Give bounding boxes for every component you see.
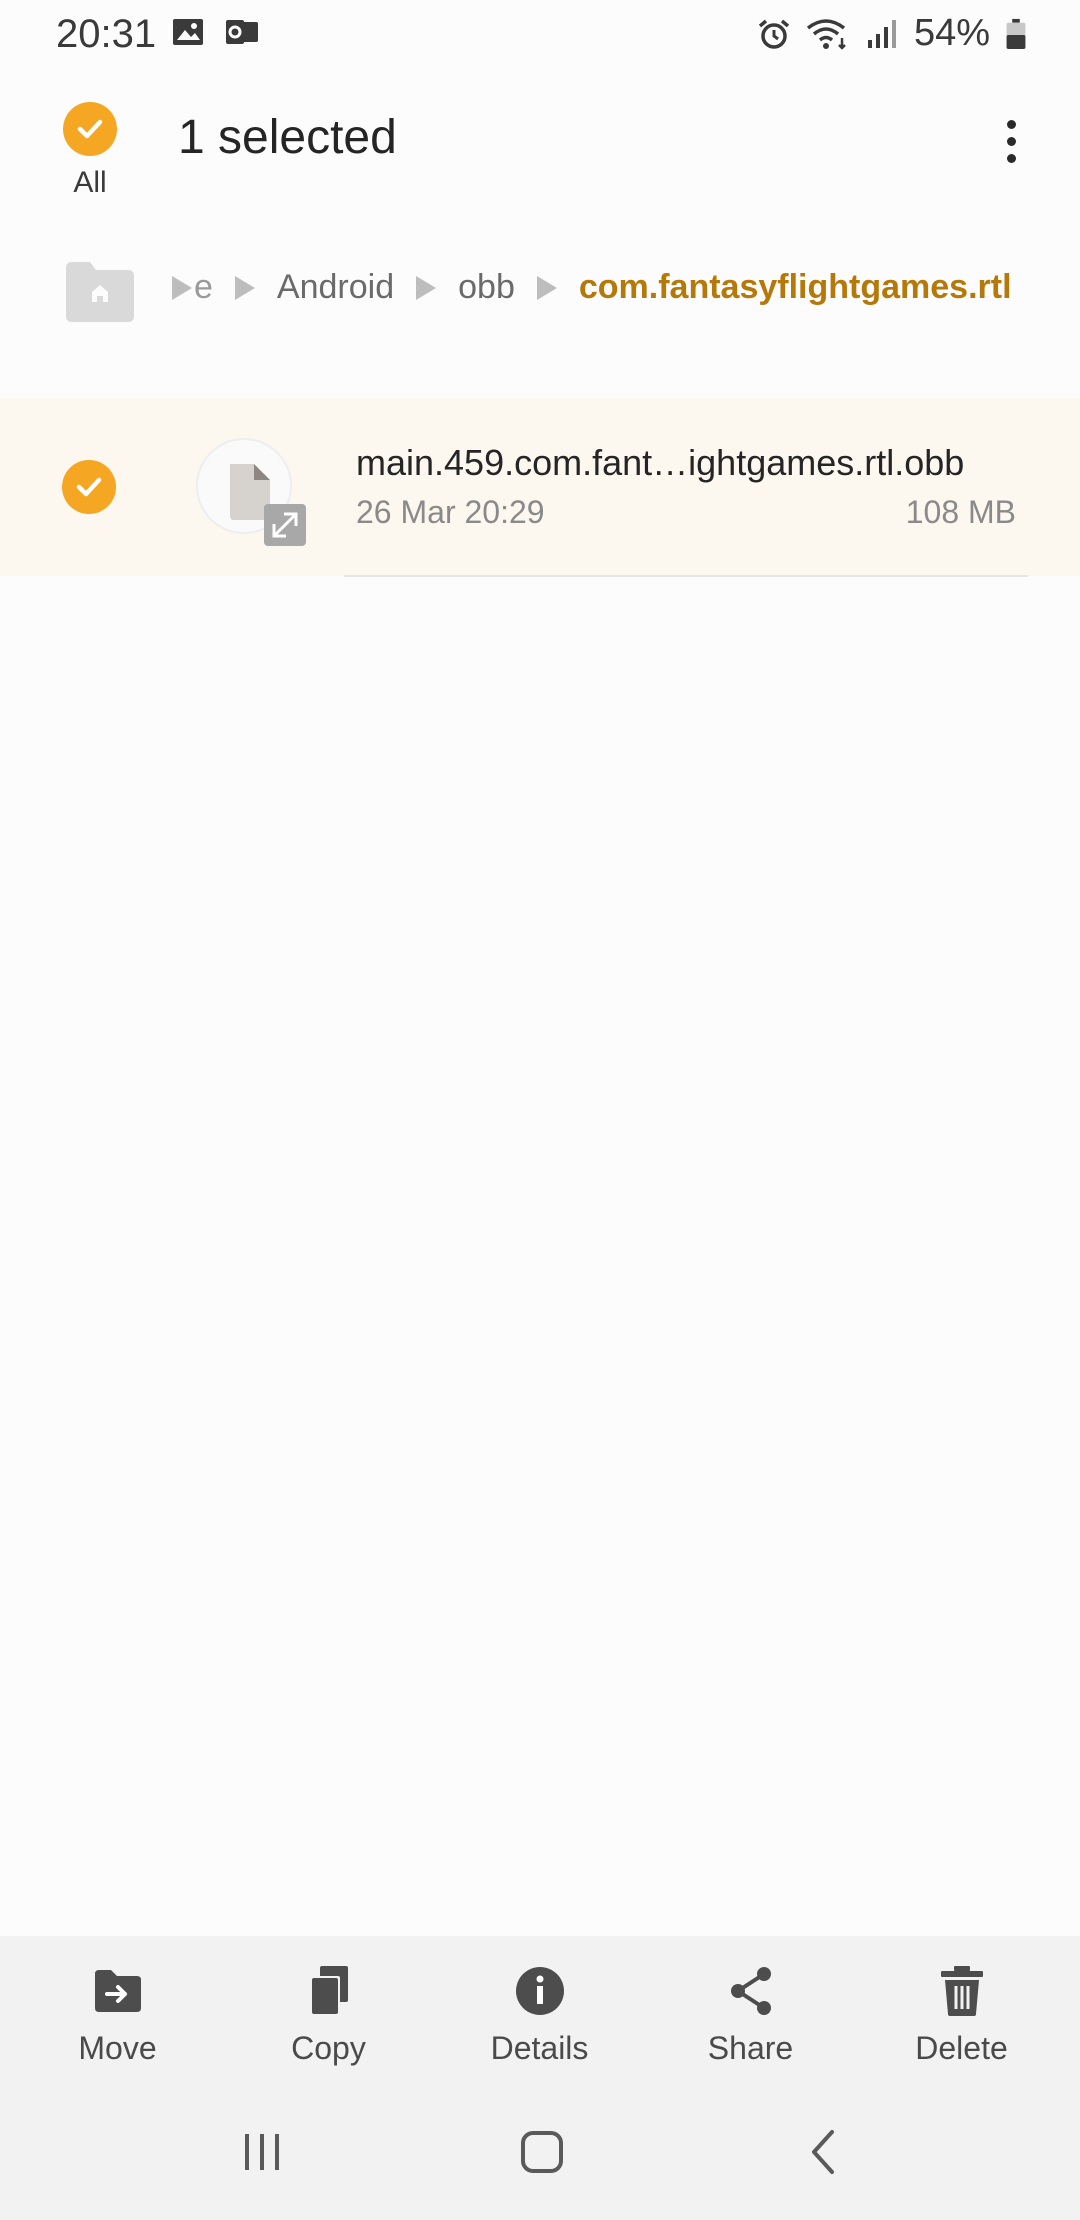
share-icon	[730, 1967, 771, 2015]
details-button[interactable]: Details	[434, 1936, 645, 2086]
divider	[344, 575, 1028, 577]
image-icon	[173, 19, 203, 45]
home-button[interactable]	[502, 2120, 582, 2184]
info-icon	[515, 1967, 564, 2015]
breadcrumb-arrow-icon	[234, 275, 255, 300]
file-name: main.459.com.fant…ightgames.rtl.obb	[356, 442, 965, 483]
breadcrumb-item-android[interactable]: Android	[277, 268, 394, 307]
move-label: Move	[78, 2030, 157, 2066]
recent-apps-button[interactable]	[222, 2120, 302, 2184]
selection-header: All 1 selected	[0, 88, 1080, 218]
delete-button[interactable]: Delete	[856, 1936, 1067, 2086]
home-folder-icon	[66, 262, 134, 322]
delete-label: Delete	[915, 2030, 1008, 2066]
home-folder-button[interactable]	[64, 258, 136, 324]
share-button[interactable]: Share	[645, 1936, 856, 2086]
wifi-icon	[806, 18, 846, 50]
alarm-icon	[758, 19, 790, 49]
copy-label: Copy	[291, 2030, 366, 2066]
outlook-icon	[226, 20, 258, 44]
breadcrumb-item-current[interactable]: com.fantasyflightgames.rtl	[579, 268, 1012, 307]
document-icon	[230, 464, 306, 546]
battery-icon	[1006, 18, 1026, 49]
more-vert-icon	[1006, 119, 1016, 129]
checkmark-icon	[63, 102, 117, 156]
file-list-item[interactable]: main.459.com.fant…ightgames.rtl.obb 26 M…	[0, 398, 1080, 576]
breadcrumb-arrow-icon	[536, 275, 557, 300]
battery-percent: 54%	[913, 12, 990, 54]
trash-icon	[940, 1966, 983, 2016]
home-icon	[521, 2131, 563, 2173]
select-all-checkbox[interactable]: All	[58, 102, 122, 200]
signal-icon	[867, 19, 896, 48]
back-button[interactable]	[784, 2120, 864, 2184]
breadcrumb-item-partial[interactable]: e	[194, 268, 213, 307]
share-label: Share	[707, 2030, 794, 2066]
copy-icon	[309, 1966, 348, 2016]
file-thumbnail	[196, 438, 306, 546]
file-date: 26 Mar 20:29	[356, 494, 545, 530]
move-button[interactable]: Move	[12, 1936, 223, 2086]
status-bar: 20:31 54%	[0, 0, 1080, 66]
details-label: Details	[490, 2030, 589, 2066]
bottom-action-bar: Move Copy Details Share Delete	[0, 1936, 1080, 2086]
more-options-button[interactable]	[986, 106, 1036, 176]
breadcrumb-arrow-icon	[416, 275, 437, 300]
checkmark-icon	[62, 460, 116, 514]
file-select-checkbox[interactable]	[62, 460, 116, 514]
system-nav-bar	[0, 2086, 1080, 2220]
move-icon	[94, 1970, 141, 2012]
breadcrumb-item-obb[interactable]: obb	[458, 268, 515, 307]
status-time: 20:31	[56, 12, 157, 56]
breadcrumb: e Android obb com.fantasyflightgames.rtl	[0, 258, 1080, 330]
select-all-label: All	[73, 166, 107, 199]
page-title: 1 selected	[178, 111, 397, 164]
breadcrumb-arrow-icon	[172, 275, 192, 300]
recent-apps-icon	[245, 2134, 279, 2170]
back-icon	[812, 2130, 834, 2174]
file-size: 108 MB	[905, 494, 1016, 530]
copy-button[interactable]: Copy	[223, 1936, 434, 2086]
